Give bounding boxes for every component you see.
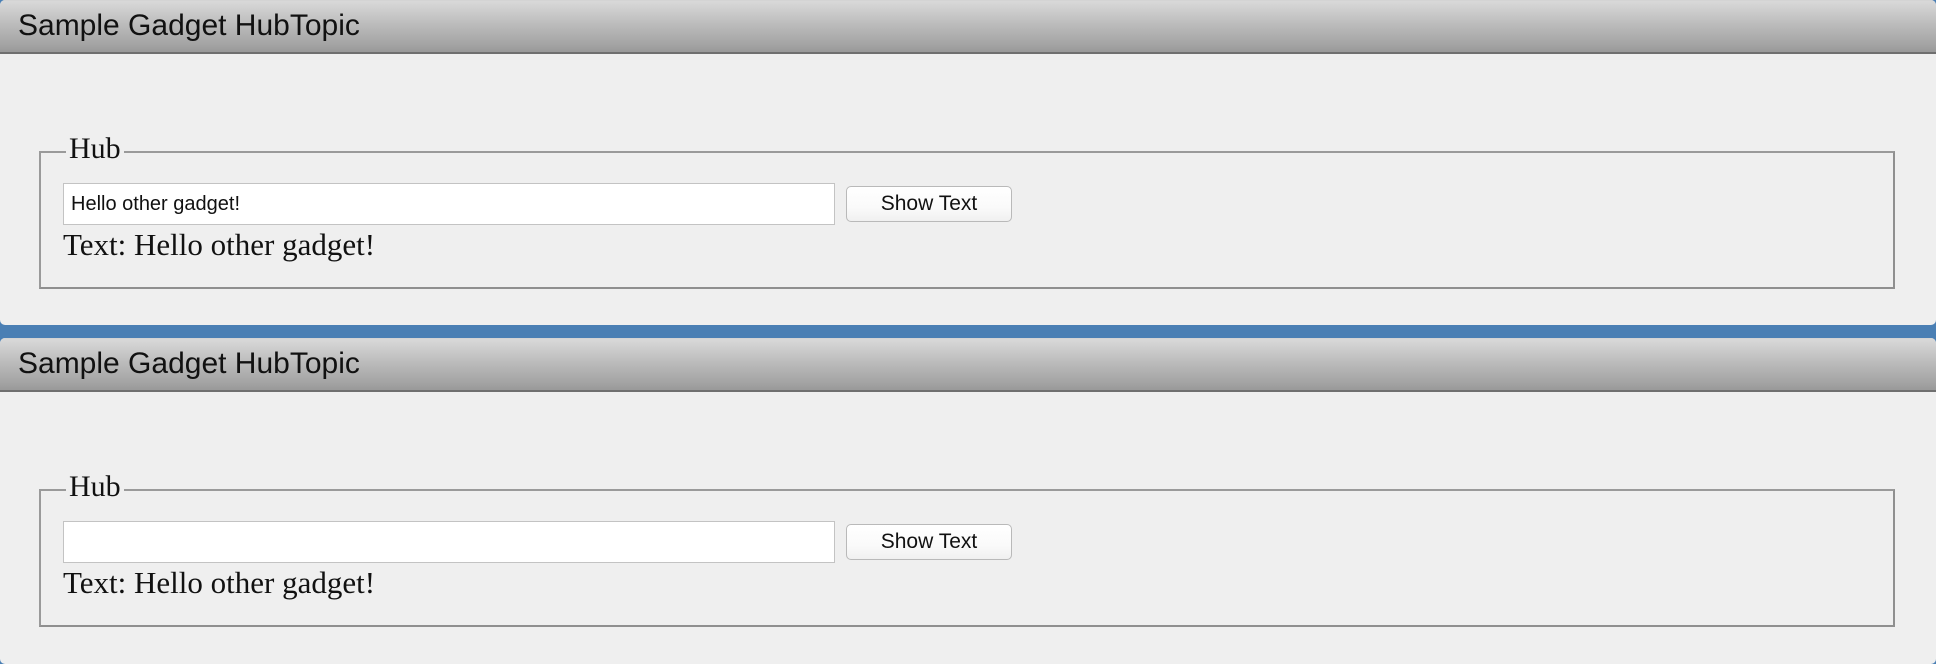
text-output: Text: Hello other gadget!	[63, 227, 376, 262]
page: { "gadgets": [ { "title": "Sample Gadget…	[0, 0, 1936, 664]
hub-legend: Hub	[66, 469, 124, 505]
gadget-header: Sample Gadget HubTopic	[0, 0, 1936, 54]
hub-text-input[interactable]	[63, 521, 835, 563]
show-text-button[interactable]: Show Text	[846, 186, 1012, 222]
hub-fieldset: Hub Show Text Text: Hello other gadget!	[39, 131, 1895, 289]
gadget-panel-2: Sample Gadget HubTopic Hub Show Text Tex…	[0, 338, 1936, 664]
gadget-title: Sample Gadget HubTopic	[18, 347, 360, 380]
show-text-button[interactable]: Show Text	[846, 524, 1012, 560]
hub-fieldset: Hub Show Text Text: Hello other gadget!	[39, 469, 1895, 627]
hub-legend: Hub	[66, 131, 124, 167]
gadget-title: Sample Gadget HubTopic	[18, 9, 360, 42]
text-output: Text: Hello other gadget!	[63, 565, 376, 600]
hub-text-input[interactable]	[63, 183, 835, 225]
gadget-panel-1: Sample Gadget HubTopic Hub Show Text Tex…	[0, 0, 1936, 325]
gadget-header: Sample Gadget HubTopic	[0, 338, 1936, 392]
